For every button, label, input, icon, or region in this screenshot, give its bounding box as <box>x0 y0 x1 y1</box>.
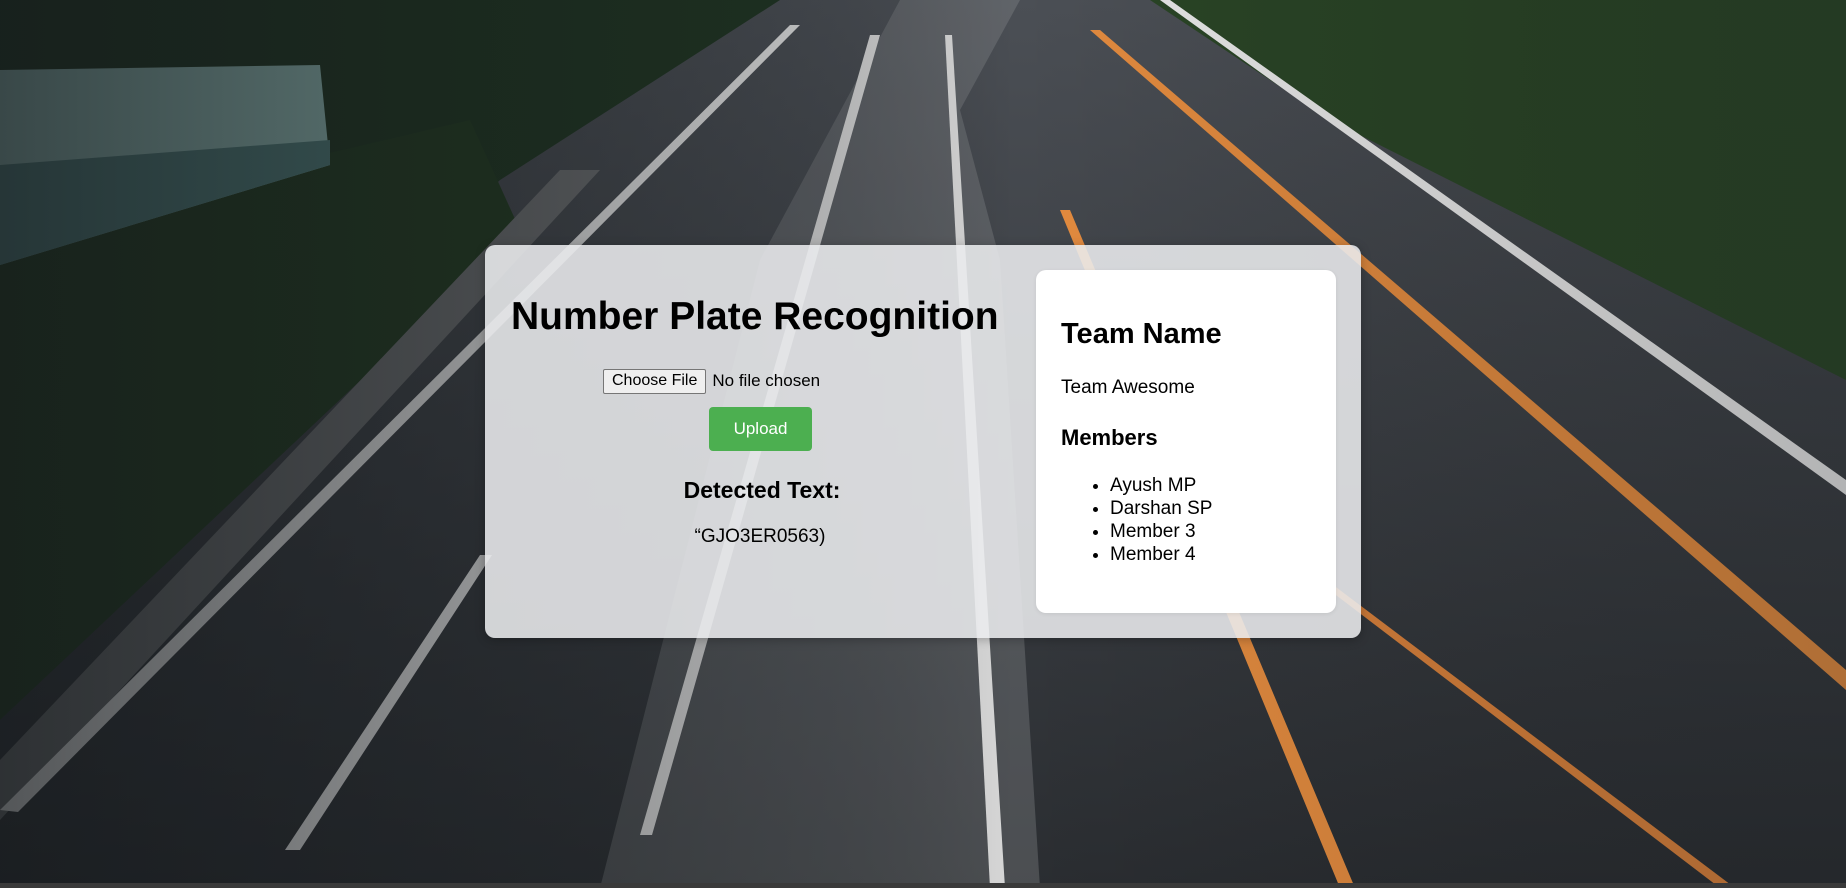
page-title: Number Plate Recognition <box>511 295 999 338</box>
member-item: Member 3 <box>1110 520 1212 543</box>
member-item: Ayush MP <box>1110 474 1212 497</box>
member-item: Member 4 <box>1110 543 1212 566</box>
upload-button[interactable]: Upload <box>709 407 812 451</box>
page: Number Plate Recognition Choose File No … <box>0 0 1846 888</box>
upload-section: Number Plate Recognition Choose File No … <box>485 245 1035 638</box>
file-status-text: No file chosen <box>712 371 821 390</box>
member-item: Darshan SP <box>1110 497 1212 520</box>
members-list: Ayush MP Darshan SP Member 3 Member 4 <box>1061 474 1212 566</box>
file-input[interactable]: Choose File No file chosen <box>603 368 820 394</box>
team-card: Team Name Team Awesome Members Ayush MP … <box>1036 270 1336 613</box>
team-name-value: Team Awesome <box>1061 377 1195 398</box>
bottom-edge <box>0 883 1846 888</box>
members-heading: Members <box>1061 425 1158 450</box>
team-name-heading: Team Name <box>1061 318 1222 350</box>
choose-file-button[interactable]: Choose File <box>603 368 707 394</box>
main-container: Number Plate Recognition Choose File No … <box>485 245 1361 638</box>
detected-text-value: “GJO3ER0563) <box>694 526 826 547</box>
detected-text-label: Detected Text: <box>683 477 841 503</box>
